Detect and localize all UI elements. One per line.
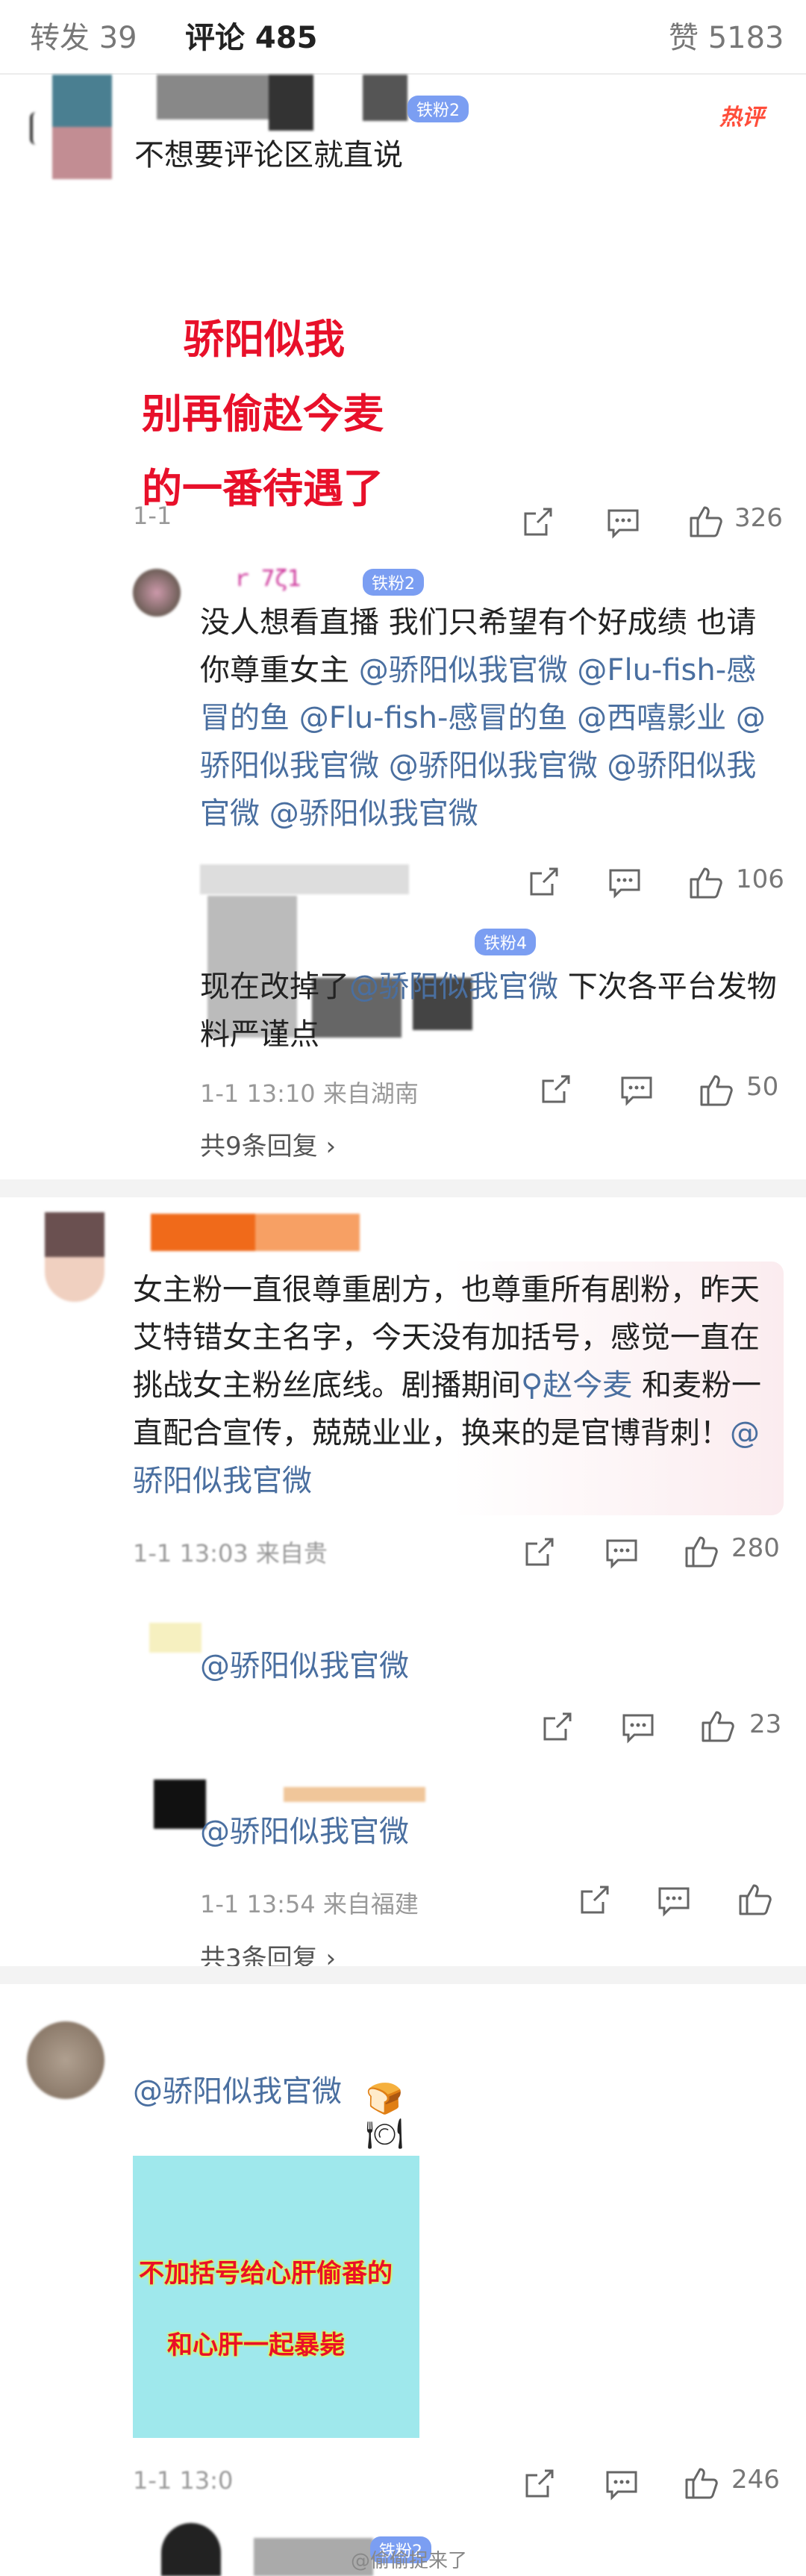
reply-avatar[interactable] <box>161 2523 221 2576</box>
mention-link[interactable]: @骄阳似我官微 <box>200 1808 409 1856</box>
comment-icon[interactable] <box>606 506 640 539</box>
stats-tab-bar: 转发 39 评论 485 赞 5183 <box>0 0 806 75</box>
like-icon[interactable] <box>700 1708 734 1744</box>
image-caption: 和心肝一起暴毙 <box>167 2330 345 2360</box>
tab-reposts[interactable]: 转发 39 <box>30 13 137 57</box>
comment-time: 1-1 <box>133 502 172 530</box>
like-count: 280 <box>731 1533 780 1563</box>
reply-avatar-censored[interactable] <box>154 1780 206 1829</box>
avatar[interactable] <box>30 75 112 179</box>
image-caption: 的一番待遇了 <box>142 465 384 512</box>
avatar[interactable] <box>45 1212 104 1302</box>
share-icon[interactable] <box>522 1536 555 1569</box>
tab-comments[interactable]: 评论 485 <box>185 13 317 57</box>
image-caption: 别再偷赵今麦 <box>142 390 384 437</box>
comment-icon[interactable] <box>604 1536 639 1569</box>
comment-page: 转发 39 评论 485 赞 5183 铁粉2 热评 不想要评论区就直说 骄阳似… <box>0 0 806 2576</box>
reply-text: 现在改掉了@骄阳似我官微 下次各平台发物料严谨点 <box>200 970 777 1052</box>
like-icon[interactable] <box>688 864 722 900</box>
username-censored[interactable] <box>151 1214 360 1259</box>
hot-comment-badge: 热评 <box>719 105 764 131</box>
comment-icon[interactable] <box>604 2468 639 2501</box>
reply-text: 没人想看直播 我们只希望有个好成绩 也请你尊重女主 @骄阳似我官微 @Flu-f… <box>200 605 766 831</box>
meta-censored <box>200 864 409 894</box>
share-icon[interactable] <box>522 2468 555 2501</box>
comment-item: 铁粉2 热评 不想要评论区就直说 骄阳似我 别再偷赵今麦 的一番待遇了 1-1 … <box>0 75 806 1179</box>
share-icon[interactable] <box>527 866 560 899</box>
like-count: 50 <box>746 1072 779 1102</box>
like-icon[interactable] <box>699 1072 733 1108</box>
reply-avatar-censored[interactable] <box>149 1623 202 1653</box>
share-icon[interactable] <box>578 1884 610 1917</box>
like-count: 106 <box>736 864 784 894</box>
reply-avatar[interactable] <box>133 569 181 617</box>
comment-item: 女主粉一直很尊重剧方，也尊重所有剧粉，昨天艾特错女主名字，今天没有加括号，感觉一… <box>0 1197 806 1974</box>
comment-divider <box>0 1179 806 1197</box>
reply-time-location: 1-1 13:10 来自湖南 <box>200 1079 419 1108</box>
comment-icon[interactable] <box>621 1711 655 1744</box>
like-icon[interactable] <box>684 2465 718 2501</box>
avatar[interactable] <box>27 2021 104 2099</box>
like-icon[interactable] <box>737 1881 772 1917</box>
topic-link[interactable]: ⚲赵今麦 <box>521 1368 632 1403</box>
watermark: @偷偷捉来了 <box>351 2550 468 2572</box>
comment-icon[interactable] <box>657 1884 691 1917</box>
mention-link[interactable]: @骄阳似我官微 <box>200 1642 409 1690</box>
fan-badge: 铁粉2 <box>363 569 424 596</box>
comment-divider <box>0 1966 806 1984</box>
like-count: 246 <box>731 2465 780 2495</box>
comment-text: 女主粉一直很尊重剧方，也尊重所有剧粉，昨天艾特错女主名字，今天没有加括号，感觉一… <box>133 1273 762 1498</box>
comment-image[interactable]: 骄阳似我 别再偷赵今麦 的一番待遇了 <box>134 224 433 567</box>
like-icon[interactable] <box>684 1533 718 1569</box>
share-icon[interactable] <box>539 1073 572 1106</box>
comment-icon[interactable] <box>619 1073 654 1106</box>
comment-time-location: 1-1 13:03 来自贵 <box>133 1539 328 1568</box>
image-caption: 不加括号给心肝偷番的 <box>139 2259 393 2289</box>
share-icon[interactable] <box>540 1711 573 1744</box>
reply-time-location: 1-1 13:54 来自福建 <box>200 1890 419 1918</box>
view-more-replies[interactable]: 共9条回复 › <box>200 1126 336 1162</box>
reply-username-fragment[interactable]: ｒ 7ζ1 <box>231 560 302 593</box>
mention-link[interactable]: @骄阳似我官微 <box>133 2068 342 2115</box>
fan-badge: 铁粉2 <box>407 96 469 122</box>
sticker-icon: 🍞🍽 <box>366 2082 404 2151</box>
comment-text: 不想要评论区就直说 <box>134 138 403 172</box>
mention-link[interactable]: @骄阳似我官微 <box>349 970 558 1004</box>
like-count: 23 <box>749 1709 782 1739</box>
username-censored[interactable] <box>157 75 410 134</box>
like-count: 326 <box>734 503 783 533</box>
fan-badge: 铁粉4 <box>475 929 536 955</box>
comment-time: 1-1 13:0 <box>133 2466 234 2495</box>
comment-icon[interactable] <box>607 866 642 899</box>
image-caption: 骄阳似我 <box>184 316 345 363</box>
like-icon[interactable] <box>688 503 722 539</box>
username-censored <box>284 1787 425 1802</box>
search-icon: ⚲ <box>521 1368 543 1403</box>
comment-image[interactable]: 不加括号给心肝偷番的 和心肝一起暴毙 <box>133 2156 419 2438</box>
share-icon[interactable] <box>521 506 554 539</box>
tab-likes[interactable]: 赞 5183 <box>669 13 784 57</box>
comment-item: @骄阳似我官微 🍞🍽 不加括号给心肝偷番的 和心肝一起暴毙 1-1 13:0 <box>0 1984 806 2499</box>
